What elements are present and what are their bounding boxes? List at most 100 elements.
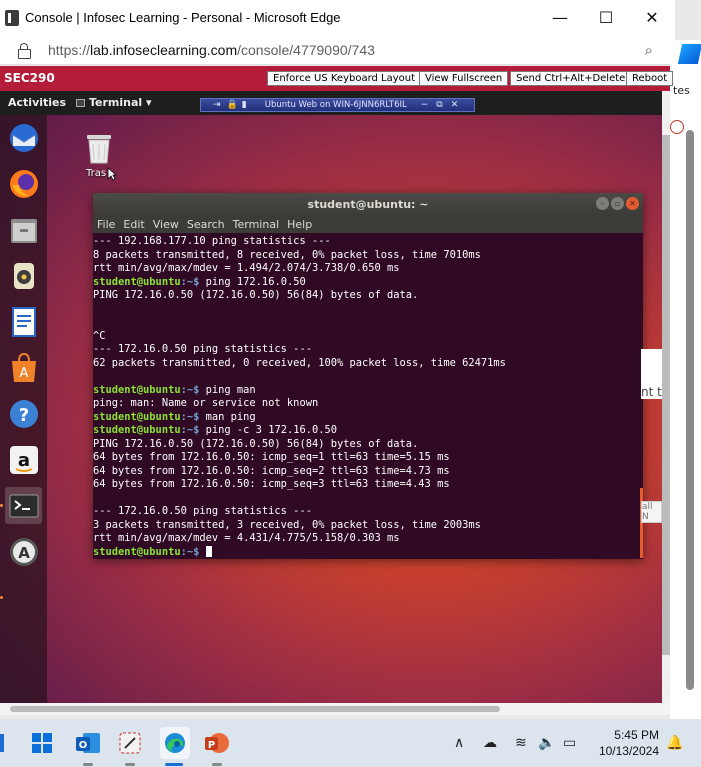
app-menu[interactable]: Terminal ▾ [76, 96, 152, 109]
error-circle-icon [670, 120, 684, 134]
command-text: ping man [199, 383, 256, 396]
edge-indicator [165, 763, 183, 766]
browser-title-bar: Console | Infosec Learning - Personal - … [0, 0, 675, 35]
prompt-path: :~$ [180, 424, 200, 436]
powerpoint-icon[interactable]: P [204, 730, 230, 756]
prompt-user: student@ubuntu [93, 410, 181, 423]
menu-help[interactable]: Help [287, 218, 312, 231]
pin-icon[interactable]: ⇥ [213, 100, 221, 110]
menu-file[interactable]: File [97, 218, 115, 231]
files-icon[interactable] [5, 211, 42, 248]
menu-view[interactable]: View [153, 218, 179, 231]
start-icon[interactable] [29, 730, 55, 756]
notification-bell-icon[interactable]: 🔔 [666, 735, 683, 751]
prompt-path: :~$ [180, 275, 200, 288]
onedrive-sync-icon[interactable]: ☁ [483, 735, 497, 751]
trash-icon[interactable] [84, 131, 114, 165]
software-updater-icon[interactable]: A [5, 533, 42, 570]
terminal-line: student@ubuntu:~$ [93, 545, 643, 560]
terminal-title-bar[interactable]: student@ubuntu: ~ – ▫ ✕ [93, 193, 643, 215]
ubuntu-desktop[interactable]: Activities Terminal ▾ ⇥ 🔒 ▮ Ubuntu Web o… [0, 91, 662, 703]
address-bar[interactable]: https://lab.infoseclearning.com/console/… [0, 35, 675, 65]
outlook-icon[interactable]: O [75, 730, 101, 756]
output-text: 64 bytes from 172.16.0.50: icmp_seq=2 tt… [93, 464, 450, 477]
url-text[interactable]: https://lab.infoseclearning.com/console/… [48, 42, 375, 58]
restore-small-icon[interactable]: ⧉ [436, 100, 442, 110]
minimize-small-icon[interactable]: − [421, 100, 429, 110]
terminal-icon[interactable] [5, 487, 42, 524]
send-ctrl-alt-delete-button[interactable]: Send Ctrl+Alt+Delete [510, 71, 632, 86]
console-app-icon [5, 9, 19, 26]
prompt-path: :~$ [180, 545, 200, 558]
output-text: rtt min/avg/max/mdev = 1.494/2.074/3.738… [93, 262, 400, 274]
maximize-button[interactable]: ☐ [583, 0, 629, 35]
terminal-output[interactable]: --- 192.168.177.10 ping statistics --- 8 … [93, 233, 643, 559]
terminal-line: 3 packets transmitted, 3 received, 0% pa… [93, 519, 643, 533]
menu-terminal[interactable]: Terminal [233, 218, 280, 231]
lock-icon[interactable] [18, 42, 31, 59]
terminal-line: student@ubuntu:~$ ping -c 3 172.16.0.50 [93, 424, 643, 438]
output-text: 62 packets transmitted, 0 received, 100%… [93, 356, 506, 369]
volume-icon[interactable]: 🔈 [538, 735, 555, 751]
snipping-tool-icon[interactable] [117, 730, 143, 756]
svg-text:A: A [19, 366, 28, 381]
libreoffice-writer-icon[interactable] [5, 303, 42, 340]
vm-horizontal-scrollbar[interactable] [0, 703, 670, 715]
terminal-minimize-button[interactable]: – [596, 197, 609, 210]
output-text: --- 172.16.0.50 ping statistics --- [93, 505, 312, 517]
wifi-icon[interactable]: ≋ [515, 735, 527, 751]
background-window-field: all N [641, 501, 662, 523]
reboot-button[interactable]: Reboot [626, 71, 674, 86]
view-fullscreen-button[interactable]: View Fullscreen [419, 71, 509, 86]
rhythmbox-icon[interactable] [5, 257, 42, 294]
close-button[interactable]: ✕ [629, 0, 675, 35]
remote-connection-bar[interactable]: ⇥ 🔒 ▮ Ubuntu Web on WIN-6JNN6RLT6IL − ⧉ … [200, 98, 475, 112]
lab-name: SEC290 [4, 71, 55, 85]
terminal-line: --- 192.168.177.10 ping statistics --- [93, 235, 643, 249]
clock-time: 5:45 PM [614, 728, 659, 742]
terminal-line: ping: man: Name or service not known [93, 397, 643, 411]
gnome-top-panel: Activities Terminal ▾ ⇥ 🔒 ▮ Ubuntu Web o… [0, 91, 662, 115]
firefox-icon[interactable] [5, 165, 42, 202]
enforce-keyboard-button[interactable]: Enforce US Keyboard Layout [267, 71, 422, 86]
system-clock[interactable]: 5:45 PM 10/13/2024 [599, 727, 659, 759]
connection-name: Ubuntu Web on WIN-6JNN6RLT6IL [264, 100, 407, 110]
windows-taskbar: O P ∧ ☁ ≋ 🔈 ▭ 5:45 PM 10/13/2024 🔔 [0, 719, 701, 767]
prompt-path: :~$ [180, 410, 200, 423]
close-small-icon[interactable]: ✕ [451, 100, 459, 110]
thunderbird-icon[interactable] [5, 119, 42, 156]
terminal-close-button[interactable]: ✕ [626, 197, 639, 210]
trash-label: Tras [86, 168, 107, 179]
menu-edit[interactable]: Edit [123, 218, 144, 231]
minimize-button[interactable]: — [537, 0, 583, 35]
zoom-icon[interactable]: ⌕ [645, 41, 653, 59]
help-icon[interactable]: ? [5, 395, 42, 432]
ubuntu-software-icon[interactable]: A [5, 349, 42, 386]
terminal-line: 64 bytes from 172.16.0.50: icmp_seq=1 tt… [93, 451, 643, 465]
menu-search[interactable]: Search [187, 218, 225, 231]
side-scrollbar[interactable] [686, 130, 694, 690]
ubuntu-dock: A ? a A [0, 115, 47, 703]
activities-button[interactable]: Activities [8, 96, 66, 109]
terminal-line: 62 packets transmitted, 0 received, 100%… [93, 357, 643, 371]
console-toolbar: SEC290 Enforce US Keyboard Layout View F… [0, 66, 674, 91]
terminal-cursor [205, 545, 212, 557]
battery-icon[interactable]: ▭ [563, 735, 576, 751]
background-window-fragment: nt t [641, 349, 662, 399]
terminal-line: PING 172.16.0.50 (172.16.0.50) 56(84) by… [93, 438, 643, 452]
terminal-maximize-button[interactable]: ▫ [611, 197, 624, 210]
terminal-line: rtt min/avg/max/mdev = 4.431/4.775/5.158… [93, 532, 643, 546]
command-text: man ping [199, 410, 256, 423]
svg-text:?: ? [18, 405, 28, 426]
signal-icon: ▮ [241, 100, 247, 110]
widgets-icon[interactable] [0, 730, 18, 756]
output-text: 8 packets transmitted, 8 received, 0% pa… [93, 248, 481, 261]
terminal-window[interactable]: student@ubuntu: ~ – ▫ ✕ File Edit View S… [93, 193, 643, 559]
vm-vertical-scrollbar[interactable] [662, 91, 670, 703]
powerpoint-indicator [212, 763, 222, 766]
updater-running-indicator [0, 596, 3, 599]
show-hidden-icons-icon[interactable]: ∧ [454, 735, 464, 751]
amazon-icon[interactable]: a [5, 441, 42, 478]
edge-icon[interactable] [160, 727, 190, 759]
